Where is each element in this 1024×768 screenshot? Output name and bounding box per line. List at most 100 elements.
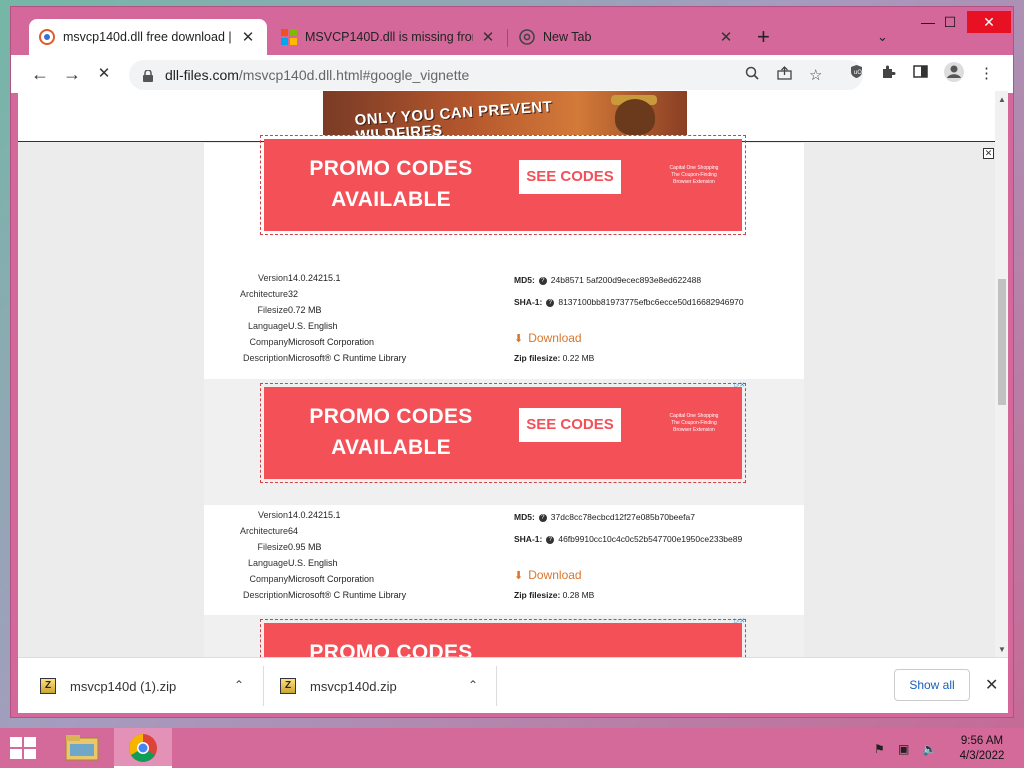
version-value: 14.0.24215.1 [288, 273, 341, 283]
tab-msvcp-missing[interactable]: MSVCP140D.dll is missing from y ✕ [271, 19, 507, 55]
promo-ad-container: ▷✕ PROMO CODES AVAILABLE SEE CODES Capit… [204, 379, 804, 505]
tab-title: MSVCP140D.dll is missing from y [305, 30, 473, 44]
volume-muted-icon[interactable]: 🔈 [922, 742, 937, 756]
company-value: Microsoft Corporation [288, 337, 375, 347]
share-icon[interactable] [777, 66, 792, 84]
download-item[interactable]: Z msvcp140d.zip [280, 664, 480, 708]
tab-separator [507, 29, 508, 47]
promo-headline: PROMO CODES AVAILABLE [309, 641, 473, 659]
description-row: Description Microsoft® C Runtime Library [204, 353, 406, 369]
dll-files-favicon-icon [39, 29, 55, 45]
scrollbar-thumb[interactable] [998, 279, 1006, 405]
windows-start-icon[interactable] [10, 737, 38, 761]
description-value: Microsoft® C Runtime Library [288, 353, 407, 363]
chevron-up-icon[interactable]: ⌃ [468, 678, 478, 692]
filesize-label: Filesize [257, 305, 288, 315]
company-row: Company Microsoft Corporation [204, 337, 374, 353]
tab-close-icon[interactable]: ✕ [479, 28, 497, 46]
scroll-up-arrow-icon[interactable]: ▲ [998, 95, 1006, 104]
url-text[interactable]: dll-files.com/msvcp140d.dll.html#google_… [165, 67, 469, 83]
extensions-puzzle-icon[interactable] [881, 64, 896, 83]
close-download-shelf-icon[interactable]: ✕ [985, 675, 998, 695]
page-viewport: ONLY YOU CAN PREVENT WILDFIRES ✕ PROMO C… [18, 91, 1008, 659]
help-icon[interactable]: ? [538, 513, 547, 522]
stop-loading-button[interactable]: ✕ [93, 63, 115, 85]
language-row: Language U.S. English [204, 321, 338, 337]
brand-sub: The Coupon-Finding Browser Extension [671, 172, 717, 185]
sha1-label: SHA-1: [514, 534, 543, 544]
network-icon[interactable]: ▣ [898, 742, 909, 756]
promo-ad-banner[interactable]: PROMO CODES AVAILABLE SEE CODES Capital … [260, 383, 746, 483]
file-info-block-64bit: Version 14.0.24215.1 Architecture 64 Files… [204, 510, 804, 610]
download-link[interactable]: ⬇ Download [514, 568, 582, 582]
version-value: 14.0.24215.1 [288, 510, 341, 520]
help-icon[interactable]: ? [546, 298, 555, 307]
new-tab-button[interactable]: + [757, 26, 770, 48]
file-explorer-icon[interactable] [58, 730, 106, 766]
help-icon[interactable]: ? [546, 535, 555, 544]
wildfire-ad-text: ONLY YOU CAN PREVENT WILDFIRES [354, 98, 553, 135]
md5-label: MD5: [514, 275, 535, 285]
tab-search-chevron-icon[interactable]: ⌄ [877, 29, 888, 45]
url-path: /msvcp140d.dll.html#google_vignette [238, 67, 470, 83]
sha1-value: 46fb9910cc10c4c0c52b547700e1950ce233be89 [558, 534, 743, 544]
filesize-row: Filesize 0.95 MB [204, 542, 321, 558]
md5-label: MD5: [514, 512, 535, 522]
tab-title: msvcp140d.dll free download | Dl [63, 30, 233, 44]
sha1-label: SHA-1: [514, 297, 543, 307]
see-codes-button[interactable]: SEE CODES [519, 160, 621, 194]
company-value: Microsoft Corporation [288, 574, 375, 584]
architecture-label: Architecture [239, 526, 288, 536]
zoom-search-icon[interactable] [745, 66, 759, 84]
brand-name: Capital One Shopping [669, 165, 719, 171]
promo-ad-container: PROMO CODES AVAILABLE SEE CODES Capital … [204, 135, 804, 243]
description-label: Description [242, 353, 288, 363]
language-row: Language U.S. English [204, 558, 338, 574]
page-scrollbar[interactable]: ▲ ▼ [995, 91, 1008, 659]
capital-one-logo: Capital One Shopping The Coupon-Finding B… [664, 165, 724, 186]
side-panel-icon[interactable] [913, 64, 928, 83]
sha1-row: SHA-1:? 8137100bb81973775efbc6ecce50d1668… [514, 297, 744, 307]
scroll-down-arrow-icon[interactable]: ▼ [998, 645, 1006, 654]
maximize-button[interactable]: ☐ [933, 11, 967, 33]
tab-new-tab[interactable]: New Tab ✕ [509, 19, 745, 55]
url-host: dll-files.com [165, 67, 239, 83]
wildfire-ad-banner[interactable]: ONLY YOU CAN PREVENT WILDFIRES [323, 91, 687, 135]
back-button[interactable]: ← [29, 63, 51, 85]
tab-dll-files[interactable]: msvcp140d.dll free download | Dl ✕ [29, 19, 267, 55]
chrome-taskbar-icon[interactable] [114, 728, 172, 768]
close-window-button[interactable]: ✕ [967, 11, 1011, 33]
flag-notification-icon[interactable]: ⚑ [874, 742, 885, 756]
see-codes-button[interactable]: SEE CODES [519, 408, 621, 442]
profile-avatar-icon[interactable] [943, 61, 965, 87]
version-label: Version [257, 510, 288, 520]
vignette-close-button[interactable]: ✕ [983, 148, 994, 159]
promo-ad-banner[interactable]: PROMO CODES AVAILABLE SEE CODES Capital … [260, 135, 746, 235]
chevron-up-icon[interactable]: ⌃ [234, 678, 244, 692]
extension-shield-icon[interactable]: uO [849, 64, 864, 83]
language-value: U.S. English [288, 321, 338, 331]
address-bar[interactable]: dll-files.com/msvcp140d.dll.html#google_… [129, 60, 863, 90]
lock-icon[interactable] [143, 69, 153, 82]
md5-row: MD5:? 37dc8cc78ecbcd12f27e085b70beefa7 [514, 512, 695, 522]
file-info-block-32bit: Version 14.0.24215.1 Architecture 32 Files… [204, 273, 804, 373]
top-ad-bar: ONLY YOU CAN PREVENT WILDFIRES [18, 91, 996, 142]
tab-strip: msvcp140d.dll free download | Dl ✕ MSVCP… [11, 7, 1013, 57]
promo-ad-banner[interactable]: PROMO CODES AVAILABLE [260, 619, 746, 659]
system-clock[interactable]: 9:56 AM 4/3/2022 [952, 734, 1012, 764]
download-item[interactable]: Z msvcp140d (1).zip [40, 664, 240, 708]
filesize-value: 0.72 MB [288, 305, 322, 315]
bookmark-star-icon[interactable]: ☆ [809, 66, 822, 84]
version-label: Version [257, 273, 288, 283]
download-link[interactable]: ⬇ Download [514, 331, 582, 345]
help-icon[interactable]: ? [538, 276, 547, 285]
forward-button[interactable]: → [61, 63, 83, 85]
tab-close-icon[interactable]: ✕ [717, 28, 735, 46]
filesize-value: 0.95 MB [288, 542, 322, 552]
architecture-row: Architecture 64 [204, 526, 298, 542]
tab-close-icon[interactable]: ✕ [239, 28, 257, 46]
chrome-menu-icon[interactable]: ⋮ [979, 64, 994, 82]
show-all-button[interactable]: Show all [894, 669, 970, 701]
download-shelf: Z msvcp140d (1).zip ⌃ Z msvcp140d.zip ⌃ … [18, 657, 1008, 713]
taskbar: ⚑ ▣ 🔈 9:56 AM 4/3/2022 [0, 728, 1024, 768]
